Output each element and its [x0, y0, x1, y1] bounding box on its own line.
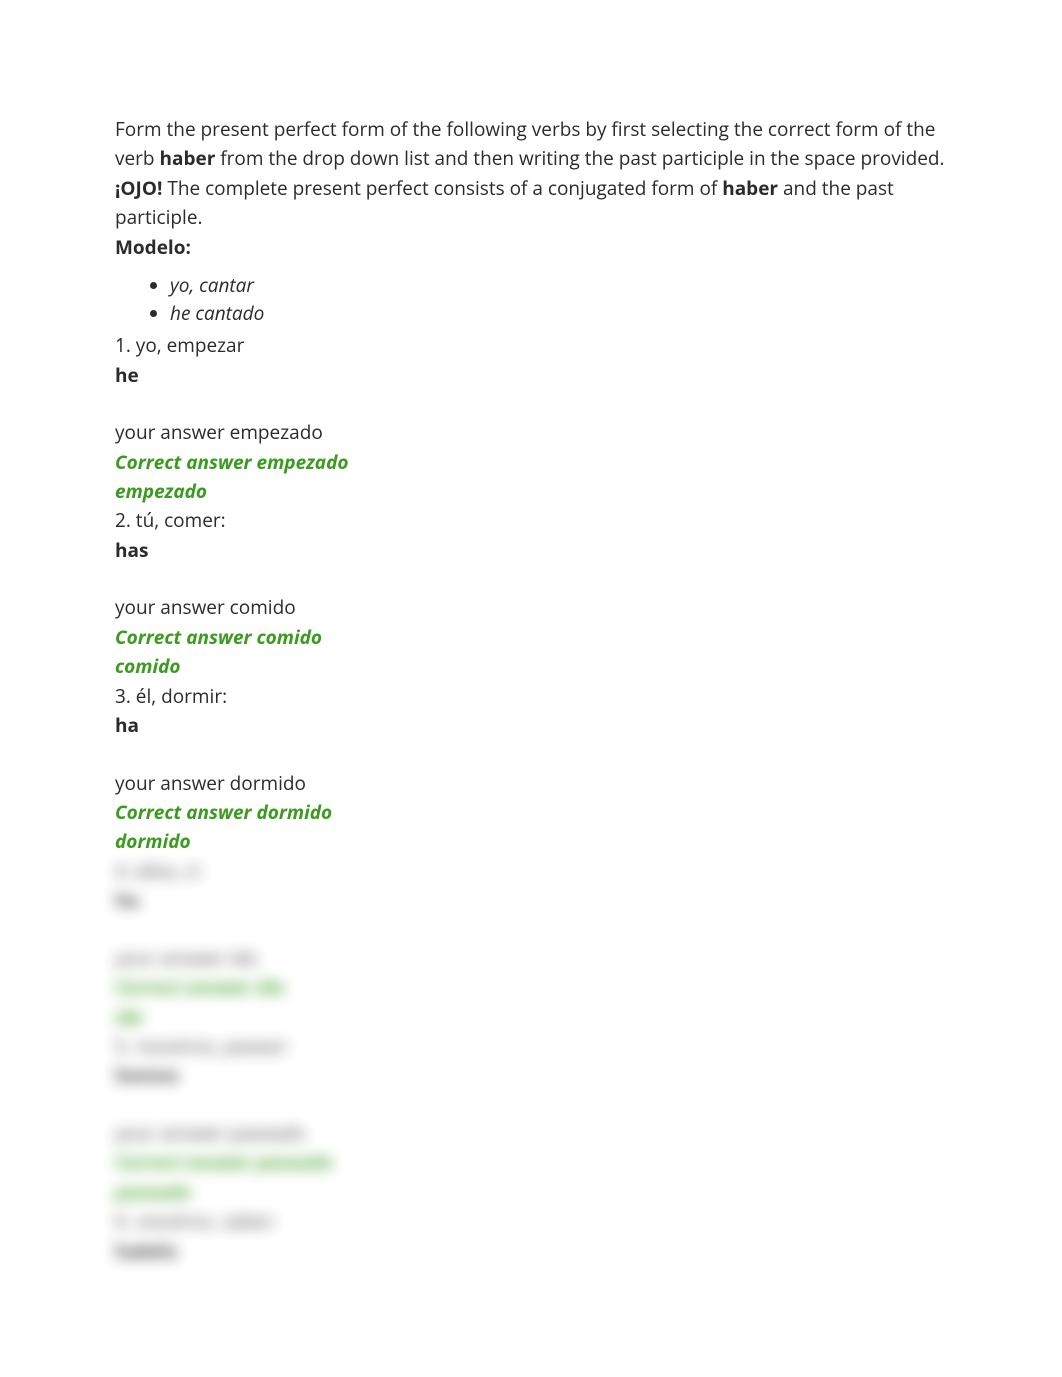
- ex1-correct-label: Correct answer: [115, 449, 256, 475]
- ex4-repeat: ido: [115, 1003, 947, 1032]
- ex1-repeat: empezado: [115, 477, 947, 506]
- ex4-correct-label: Correct answer: [115, 974, 256, 1000]
- ex4-your-answer: ido: [230, 945, 258, 971]
- ex3-correct-answer: dormido: [256, 799, 332, 825]
- ex5-your-label: your answer: [115, 1120, 230, 1146]
- ex6-num: 6.: [115, 1208, 136, 1234]
- ex1-your-label: your answer: [115, 419, 230, 445]
- ex3-haber: ha: [115, 711, 947, 740]
- blurred-section: 4. ellos, ir: ha your answer ido Correct…: [115, 857, 947, 1266]
- instr-verb1: haber: [160, 145, 216, 171]
- ex6-prompt: vosotros, saber:: [136, 1208, 277, 1234]
- ex5-prompt: nosotros, pasear:: [136, 1033, 290, 1059]
- exercise-5: 5. nosotros, pasear: hemos your answer p…: [115, 1032, 947, 1207]
- ex2-num: 2.: [115, 507, 136, 533]
- ex2-correct-label: Correct answer: [115, 624, 256, 650]
- ex5-correct-label: Correct answer: [115, 1149, 256, 1175]
- instr-part2: from the drop down list and then writing…: [215, 145, 944, 171]
- exercise-2: 2. tú, comer: has your answer comido Cor…: [115, 506, 947, 681]
- instr-part3: The complete present perfect consists of…: [162, 175, 722, 201]
- ex1-haber: he: [115, 361, 947, 390]
- ex5-num: 5.: [115, 1033, 136, 1059]
- ex2-your-label: your answer: [115, 594, 230, 620]
- ex5-repeat: paseado: [115, 1178, 947, 1207]
- ex3-your-label: your answer: [115, 770, 230, 796]
- ex4-your-label: your answer: [115, 945, 230, 971]
- ex2-repeat: comido: [115, 652, 947, 681]
- modelo-prompt: yo, cantar: [170, 272, 947, 300]
- exercise-3: 3. él, dormir: ha your answer dormido Co…: [115, 682, 947, 857]
- exercise-6: 6. vosotros, saber: habéis: [115, 1207, 947, 1266]
- exercise-1: 1. yo, empezar he your answer empezado C…: [115, 331, 947, 506]
- ex3-your-answer: dormido: [230, 770, 306, 796]
- modelo-answer: he cantado: [170, 300, 947, 328]
- ex4-haber: ha: [115, 886, 947, 915]
- ex5-your-answer: paseado: [230, 1120, 306, 1146]
- ex5-haber: hemos: [115, 1061, 947, 1090]
- ex2-haber: has: [115, 536, 947, 565]
- ex3-prompt: él, dormir:: [136, 683, 227, 709]
- ex5-correct-answer: paseado: [256, 1149, 332, 1175]
- ex4-correct-answer: ido: [256, 974, 284, 1000]
- ex3-correct-label: Correct answer: [115, 799, 256, 825]
- modelo-list: yo, cantar he cantado: [170, 272, 947, 327]
- modelo-label: Modelo:: [115, 233, 947, 262]
- ex1-correct-answer: empezado: [256, 449, 348, 475]
- ex2-correct-answer: comido: [256, 624, 322, 650]
- ex4-prompt: ellos, ir:: [136, 858, 204, 884]
- ex2-your-answer: comido: [230, 594, 296, 620]
- instr-ojo: ¡OJO!: [115, 175, 162, 201]
- instructions: Form the present perfect form of the fol…: [115, 115, 947, 233]
- ex1-prompt: yo, empezar: [136, 332, 245, 358]
- exercise-4: 4. ellos, ir: ha your answer ido Correct…: [115, 857, 947, 1032]
- ex1-your-answer: empezado: [230, 419, 323, 445]
- ex4-num: 4.: [115, 858, 136, 884]
- instr-verb2: haber: [722, 175, 778, 201]
- ex3-repeat: dormido: [115, 827, 947, 856]
- ex6-haber: habéis: [115, 1237, 947, 1266]
- ex1-num: 1.: [115, 332, 136, 358]
- ex3-num: 3.: [115, 683, 136, 709]
- ex2-prompt: tú, comer:: [136, 507, 226, 533]
